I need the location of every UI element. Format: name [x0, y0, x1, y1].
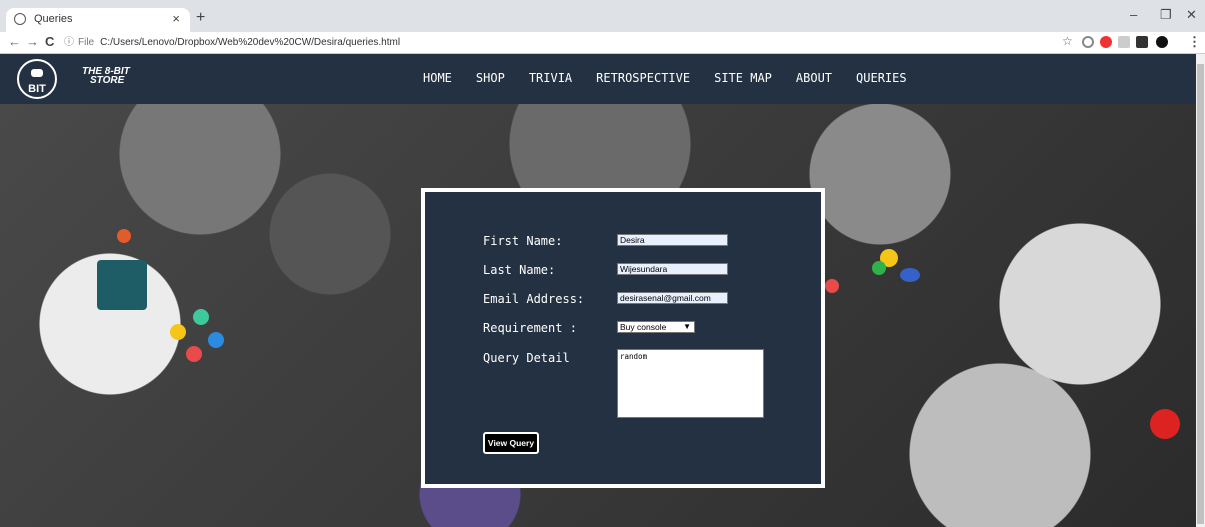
last-name-input[interactable]: Wijesundara — [617, 263, 728, 275]
nav-shop[interactable]: SHOP — [476, 71, 505, 85]
minimize-button[interactable]: – — [1130, 7, 1137, 22]
nav-trivia[interactable]: TRIVIA — [529, 71, 572, 85]
last-name-row: Last Name: — [483, 261, 555, 279]
nav-home[interactable]: HOME — [423, 71, 452, 85]
email-input[interactable]: desirasenal@gmail.com — [617, 292, 728, 304]
forward-button[interactable]: → — [26, 34, 39, 49]
requirement-select[interactable]: Buy console ▼ — [617, 321, 695, 333]
block-extension-icon[interactable] — [1082, 36, 1094, 48]
page-background: BIT THE 8-BIT STORE HOME SHOP TRIVIA RET… — [0, 54, 1196, 527]
logo-text-line2: STORE — [90, 75, 125, 86]
button-decor — [186, 346, 202, 362]
info-icon[interactable]: ⓘ — [64, 37, 74, 48]
close-window-button[interactable]: ✕ — [1186, 7, 1197, 23]
tab-close-icon[interactable]: × — [172, 11, 180, 26]
nav-links: HOME SHOP TRIVIA RETROSPECTIVE SITE MAP … — [423, 71, 931, 85]
back-button[interactable]: ← — [8, 34, 21, 49]
query-textarea[interactable]: random — [617, 349, 764, 418]
globe-icon — [14, 13, 26, 25]
profile-avatar[interactable] — [1156, 36, 1168, 48]
url-field[interactable]: ⓘ File C:/Users/Lenovo/Dropbox/Web%20dev%2… — [64, 34, 1054, 52]
browser-tab-strip: Queries × + – ❐ ✕ — [0, 0, 1205, 32]
button-decor — [193, 309, 209, 325]
button-decor — [117, 229, 131, 243]
puzzle-icon[interactable] — [1136, 36, 1148, 48]
requirement-value: Buy console — [620, 322, 667, 332]
first-name-row: First Name: — [483, 232, 562, 250]
button-decor — [1150, 409, 1180, 439]
query-form: First Name: Desira Last Name: Wijesundar… — [421, 188, 825, 488]
restore-button[interactable]: ❐ — [1160, 7, 1172, 23]
query-row: Query Detail — [483, 349, 570, 367]
tab-title: Queries — [34, 13, 73, 25]
site-navbar: BIT THE 8-BIT STORE HOME SHOP TRIVIA RET… — [0, 54, 1196, 104]
menu-icon[interactable]: ⋮ — [1188, 34, 1201, 50]
new-tab-button[interactable]: + — [196, 9, 205, 27]
url-text: C:/Users/Lenovo/Dropbox/Web%20dev%20CW/D… — [100, 37, 401, 48]
logo-bit: BIT — [28, 83, 46, 95]
gamepad-icon — [31, 69, 43, 77]
button-decor — [872, 261, 886, 275]
reload-button[interactable]: C — [45, 34, 54, 49]
requirement-label: Requirement : — [483, 321, 577, 335]
first-name-label: First Name: — [483, 234, 563, 248]
file-label: File — [78, 37, 95, 48]
query-label: Query Detail — [483, 351, 570, 365]
extension-icon[interactable] — [1118, 36, 1130, 48]
nav-queries[interactable]: QUERIES — [856, 71, 907, 85]
chevron-down-icon: ▼ — [683, 322, 691, 331]
scrollbar-thumb[interactable] — [1197, 64, 1204, 524]
browser-tab[interactable]: Queries × — [6, 8, 190, 32]
bookmark-star-icon[interactable]: ☆ — [1062, 34, 1073, 48]
opera-extension-icon[interactable] — [1100, 36, 1112, 48]
last-name-label: Last Name: — [483, 263, 556, 277]
button-decor — [170, 324, 186, 340]
email-row: Email Address: — [483, 290, 584, 308]
page-scrollbar[interactable] — [1196, 54, 1205, 527]
email-label: Email Address: — [483, 292, 585, 306]
logo-wordmark: THE 8-BIT STORE — [82, 67, 142, 86]
nav-about[interactable]: ABOUT — [796, 71, 832, 85]
first-name-input[interactable]: Desira — [617, 234, 728, 246]
nav-site-map[interactable]: SITE MAP — [714, 71, 772, 85]
address-bar: ← → C ⓘ File C:/Users/Lenovo/Dropbox/Web%2… — [0, 32, 1205, 54]
button-decor — [825, 279, 839, 293]
screen-decor — [97, 260, 147, 310]
nav-retrospective[interactable]: RETROSPECTIVE — [596, 71, 690, 85]
site-logo[interactable]: BIT — [17, 59, 57, 99]
button-decor — [208, 332, 224, 348]
view-query-button[interactable]: View Query — [483, 432, 539, 454]
requirement-row: Requirement : — [483, 319, 577, 337]
button-decor — [900, 268, 920, 282]
